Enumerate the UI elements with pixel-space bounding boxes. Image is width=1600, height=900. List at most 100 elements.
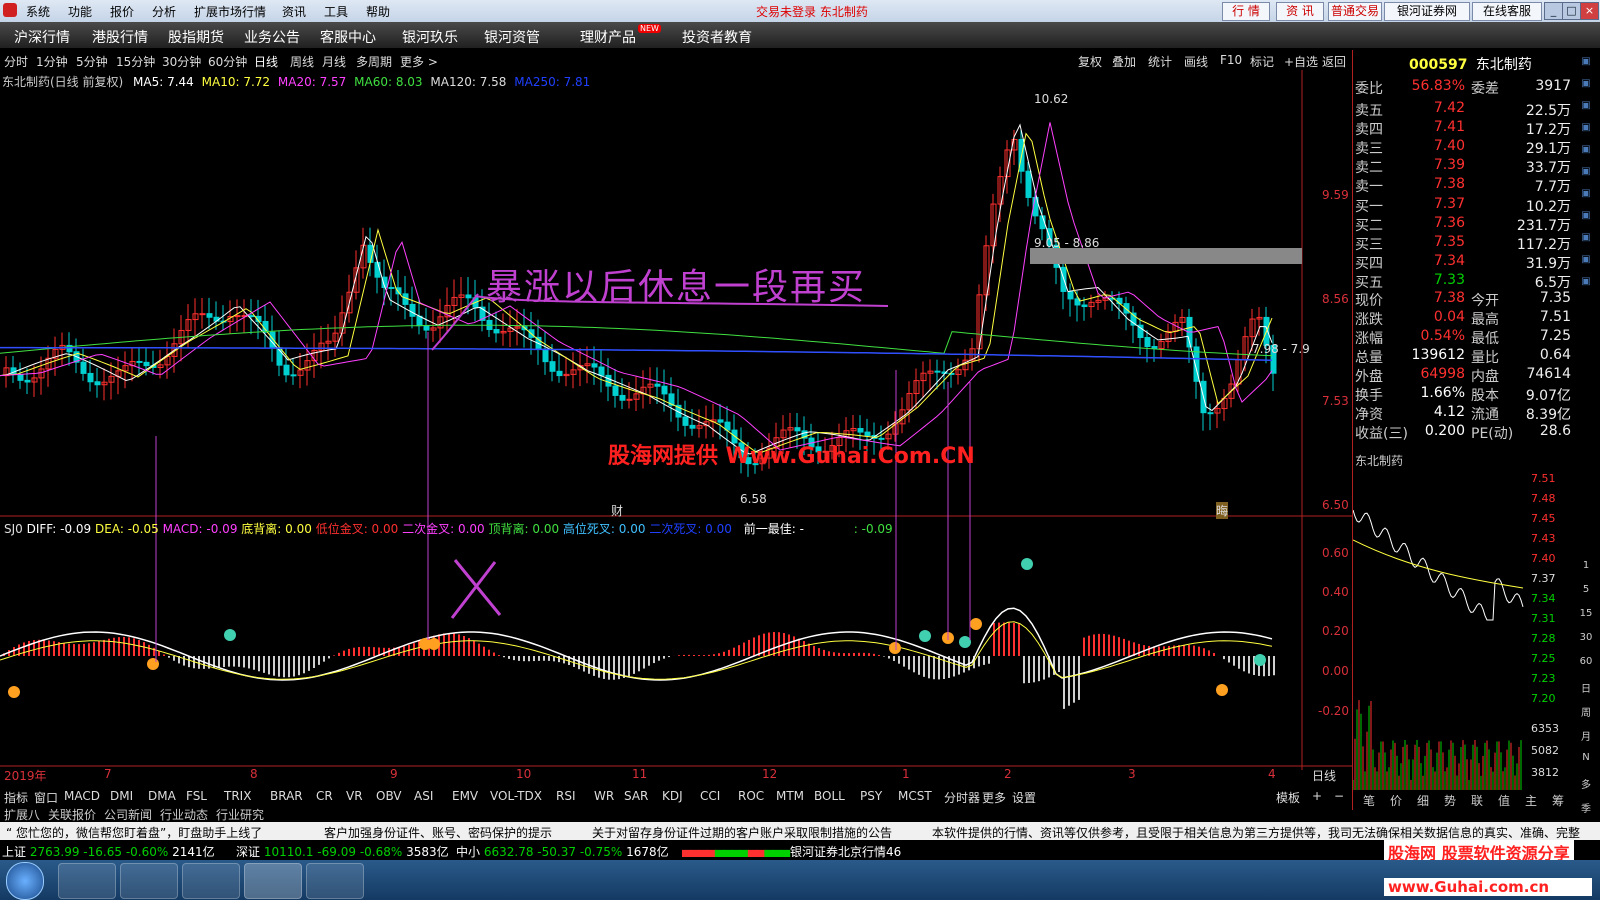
indicator-tab-23[interactable]: MCST: [898, 789, 932, 803]
mini-tab-4[interactable]: 联: [1471, 792, 1483, 809]
buy-level-2[interactable]: 买三 7.35 117.2万: [1353, 234, 1575, 253]
nav-futures[interactable]: 股指期货: [168, 27, 224, 47]
indicator-tab-12[interactable]: EMV: [452, 789, 478, 803]
period-monthly[interactable]: 月线: [322, 53, 346, 70]
list-icon[interactable]: ▣: [1577, 166, 1595, 182]
template-control-0[interactable]: 模板: [1276, 789, 1300, 806]
period-more[interactable]: 更多 >: [400, 53, 438, 70]
sh-index[interactable]: 上证 2763.99 -16.65 -0.60% 2141亿: [2, 843, 215, 860]
down-arrow-icon[interactable]: ▣: [1577, 78, 1595, 94]
quote-button[interactable]: 行 情: [1222, 2, 1270, 21]
taskbar-editor-icon[interactable]: [306, 863, 364, 899]
buy-level-4[interactable]: 买五 7.33 6.5万: [1353, 272, 1575, 291]
indicator-tab-5[interactable]: FSL: [186, 789, 207, 803]
close-icon[interactable]: ×: [1580, 2, 1599, 20]
nav-hk-quotes[interactable]: 港股行情: [92, 27, 148, 47]
minimize-icon[interactable]: _: [1544, 2, 1563, 20]
subtab-related-quotes[interactable]: 关联报价: [48, 806, 96, 823]
taskbar-app-1-icon[interactable]: [58, 863, 116, 899]
sz-index[interactable]: 深证 10110.1 -69.09 -0.68% 3583亿: [236, 843, 449, 860]
side-period-0[interactable]: 1: [1577, 560, 1595, 576]
macd-formula-name[interactable]: SJ0: [4, 522, 23, 536]
taskbar-explorer-icon[interactable]: [120, 863, 178, 899]
tool-mark[interactable]: 标记: [1250, 53, 1274, 70]
sell-level-4[interactable]: 卖一 7.38 7.7万: [1353, 176, 1575, 195]
taskbar-trading-app-icon[interactable]: [244, 863, 302, 899]
period-weekly[interactable]: 周线: [290, 53, 314, 70]
mini-tab-0[interactable]: 笔: [1363, 792, 1375, 809]
indicator-tab-13[interactable]: VOL-TDX: [490, 789, 542, 803]
indicator-tab-4[interactable]: DMA: [148, 789, 176, 803]
period-1min[interactable]: 1分钟: [36, 53, 68, 70]
start-button-icon[interactable]: [6, 862, 44, 900]
side-period-8[interactable]: N: [1577, 752, 1595, 768]
subtab-industry-research[interactable]: 行业研究: [216, 806, 264, 823]
subtab-industry-news[interactable]: 行业动态: [160, 806, 208, 823]
indicator-tab-16[interactable]: SAR: [624, 789, 648, 803]
ticker-item-1[interactable]: “ 您忙您的，微信帮您盯着盘”，盯盘助手上线了: [6, 824, 262, 841]
period-15min[interactable]: 15分钟: [116, 53, 155, 70]
side-period-7[interactable]: 月: [1577, 728, 1595, 744]
buy-level-1[interactable]: 买二 7.36 231.7万: [1353, 215, 1575, 234]
tool-restore-rights[interactable]: 复权: [1078, 53, 1102, 70]
menu-ext-market[interactable]: 扩展市场行情: [194, 3, 266, 20]
indicator-tab-18[interactable]: CCI: [700, 789, 720, 803]
indicator-tab-20[interactable]: MTM: [776, 789, 804, 803]
nav-service[interactable]: 客服中心: [320, 27, 376, 47]
tool-overlay[interactable]: 叠加: [1112, 53, 1136, 70]
period-5min[interactable]: 5分钟: [76, 53, 108, 70]
nav-hs-quotes[interactable]: 沪深行情: [14, 27, 70, 47]
indicator-tab-1[interactable]: 窗口: [34, 789, 58, 806]
indicator-tab-26[interactable]: 设置: [1012, 789, 1036, 806]
mini-tab-5[interactable]: 值: [1498, 792, 1510, 809]
menu-quote[interactable]: 报价: [110, 3, 134, 20]
menu-system[interactable]: 系统: [26, 3, 50, 20]
indicator-tab-15[interactable]: WR: [594, 789, 614, 803]
ticker-item-2[interactable]: 客户加强身份证件、账号、密码保护的提示: [324, 824, 552, 841]
indicator-tab-25[interactable]: 更多: [982, 789, 1006, 806]
broker-site-button[interactable]: 银河证券网: [1384, 2, 1470, 21]
dollar-icon[interactable]: ▣: [1577, 232, 1595, 248]
menu-function[interactable]: 功能: [68, 3, 92, 20]
side-period-5[interactable]: 日: [1577, 680, 1595, 696]
nav-investor-edu[interactable]: 投资者教育: [682, 27, 752, 47]
mini-tab-7[interactable]: 筹: [1552, 792, 1564, 809]
ticker-item-4[interactable]: 本软件提供的行情、资讯等仅供参考，且受限于相关信息为第三方提供等，我司无法确保相…: [932, 824, 1596, 841]
side-period-2[interactable]: 15: [1577, 608, 1595, 624]
server-status[interactable]: 银河证券北京行情46: [790, 843, 901, 860]
sell-level-3[interactable]: 卖二 7.39 33.7万: [1353, 157, 1575, 176]
indicator-tab-9[interactable]: VR: [346, 789, 363, 803]
side-period-9[interactable]: 多: [1577, 776, 1595, 792]
indicator-tab-3[interactable]: DMI: [110, 789, 133, 803]
chart-icon[interactable]: ▣: [1577, 122, 1595, 138]
menu-info[interactable]: 资讯: [282, 3, 306, 20]
mini-tab-6[interactable]: 主: [1525, 792, 1537, 809]
rsi-icon[interactable]: ▣: [1577, 210, 1595, 226]
side-period-6[interactable]: 周: [1577, 704, 1595, 720]
indicator-tab-19[interactable]: ROC: [738, 789, 764, 803]
indicator-tab-6[interactable]: TRIX: [224, 789, 251, 803]
indicator-tab-7[interactable]: BRAR: [270, 789, 303, 803]
subtab-company-news[interactable]: 公司新闻: [104, 806, 152, 823]
buy-level-3[interactable]: 买四 7.34 31.9万: [1353, 253, 1575, 272]
nav-finance-products[interactable]: 理财产品: [580, 27, 636, 47]
period-daily[interactable]: 日线: [254, 53, 278, 70]
event-marker[interactable]: 晦: [1216, 502, 1229, 519]
f10-icon[interactable]: ▣: [1577, 144, 1595, 160]
pen-icon[interactable]: ▣: [1577, 276, 1595, 292]
indicator-tab-24[interactable]: 分时器: [944, 789, 980, 806]
indicator-tab-21[interactable]: BOLL: [814, 789, 845, 803]
tool-draw[interactable]: 画线: [1184, 53, 1208, 70]
menu-tools[interactable]: 工具: [324, 3, 348, 20]
tool-f10[interactable]: F10: [1220, 53, 1242, 67]
info-button[interactable]: 资 讯: [1276, 2, 1324, 21]
trade-button[interactable]: 普通交易: [1328, 2, 1382, 21]
indicator-tab-10[interactable]: OBV: [376, 789, 402, 803]
ticker-item-3[interactable]: 关于对留存身份证件过期的客户账户采取限制措施的公告: [592, 824, 892, 841]
menu-analysis[interactable]: 分析: [152, 3, 176, 20]
nav-announcements[interactable]: 业务公告: [244, 27, 300, 47]
nav-asset-mgmt[interactable]: 银河资管: [484, 27, 540, 47]
support-button[interactable]: 在线客服: [1472, 2, 1542, 21]
buy-level-0[interactable]: 买一 7.37 10.2万: [1353, 196, 1575, 215]
side-period-10[interactable]: 季: [1577, 800, 1595, 816]
